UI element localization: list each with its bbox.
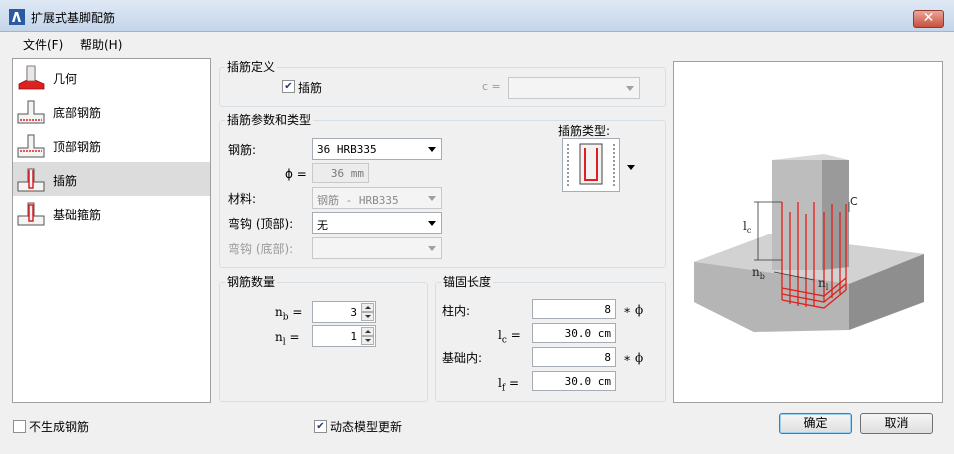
c-select[interactable] [508,77,640,99]
chevron-down-icon [428,221,436,226]
preview-pane: lc C nb nl [673,61,943,403]
top-rebar-icon [17,134,45,158]
foundation-anchor-field[interactable]: 8 [532,347,616,367]
rebar-label: 钢筋: [228,143,257,157]
no-rebar-checkbox[interactable] [13,420,26,433]
material-label: 材料: [228,192,257,206]
no-rebar-label: 不生成钢筋 [29,420,90,434]
menu-file[interactable]: 文件(F) [23,36,63,53]
spin-down-icon[interactable] [361,312,374,321]
chevron-down-icon [428,196,436,201]
c-label: c = [482,80,501,93]
bottom-rebar-icon [17,100,45,124]
stirrup-icon [17,202,45,226]
chevron-down-icon[interactable] [627,165,635,170]
phi-field: 36 mm [312,163,369,183]
preview-lc-label: lc [743,219,752,235]
dowels-checkbox-label: 插筋 [298,81,323,95]
close-button[interactable]: ✕ [913,10,944,28]
times-phi-label: ∗ ϕ [623,303,644,317]
times-phi-label: ∗ ϕ [623,351,644,365]
nav-item-bottom-rebar[interactable]: 底部钢筋 [13,94,210,128]
dynamic-update-label: 动态模型更新 [330,420,403,434]
nl-label: nl = [275,330,300,348]
nav-item-dowels[interactable]: 插筋 [13,162,210,196]
hook-bottom-select[interactable] [312,237,442,259]
chevron-down-icon [428,246,436,251]
dowel-type-picker[interactable] [562,138,620,192]
nav-label: 几何 [53,72,78,86]
lc-field[interactable]: 30.0 cm [532,323,616,343]
nav-item-top-rebar[interactable]: 顶部钢筋 [13,128,210,162]
spin-down-icon[interactable] [361,336,374,345]
app-logo-icon [9,9,25,25]
check-icon: ✔ [316,421,325,432]
dowel-type-icon [567,143,615,186]
lf-label: lf = [498,376,520,394]
nl-stepper[interactable]: 1 [312,325,376,347]
nav-label: 顶部钢筋 [53,140,102,154]
check-icon: ✔ [284,81,293,92]
nb-label: nb = [275,305,303,323]
dowel-icon [17,168,45,192]
window-title: 扩展式基脚配筋 [31,11,116,25]
phi-label: ϕ = [285,167,307,181]
column-anchor-label: 柱内: [442,304,471,318]
nb-stepper[interactable]: 3 [312,301,376,323]
dowel-params-title: 插筋参数和类型 [225,111,314,128]
chevron-down-icon [626,86,634,91]
rebar-count-title: 钢筋数量 [225,273,278,290]
rebar-select[interactable]: 36 HRB335 [312,138,442,160]
menu-help[interactable]: 帮助(H) [80,36,122,53]
spin-up-icon[interactable] [361,327,374,336]
footing-preview-drawing: lc C nb nl [694,154,924,332]
anchorage-title: 锚固长度 [441,273,494,290]
hook-top-select[interactable]: 无 [312,212,442,234]
ok-button[interactable]: 确定 [779,413,852,434]
nav-label: 底部钢筋 [53,106,102,120]
geometry-icon [18,65,45,90]
close-icon: ✕ [922,10,935,26]
nav-label: 基础箍筋 [53,208,102,222]
nav-item-stirrups[interactable]: 基础箍筋 [13,196,210,230]
material-select[interactable]: 钢筋 - HRB335 [312,187,442,209]
category-list: 几何 底部钢筋 顶部钢筋 插筋 基础箍筋 [12,58,211,403]
preview-c-label: C [850,195,858,208]
chevron-down-icon [428,147,436,152]
cancel-button[interactable]: 取消 [860,413,933,434]
dowels-checkbox[interactable]: ✔ [282,80,295,93]
dynamic-update-checkbox[interactable]: ✔ [314,420,327,433]
title-bar: 扩展式基脚配筋 ✕ [0,0,954,32]
lc-label: lc = [498,328,521,346]
menu-bar: 文件(F) 帮助(H) [0,32,954,54]
hook-bottom-label: 弯钩 (底部): [228,242,294,256]
nav-item-geometry[interactable]: 几何 [13,60,210,94]
spin-up-icon[interactable] [361,303,374,312]
hook-top-label: 弯钩 (顶部): [228,217,294,231]
foundation-anchor-label: 基础内: [442,351,483,365]
dowel-definition-title: 插筋定义 [225,58,278,75]
column-anchor-field[interactable]: 8 [532,299,616,319]
dowel-type-label: 插筋类型: [558,124,611,138]
nav-label: 插筋 [53,174,78,188]
lf-field[interactable]: 30.0 cm [532,371,616,391]
